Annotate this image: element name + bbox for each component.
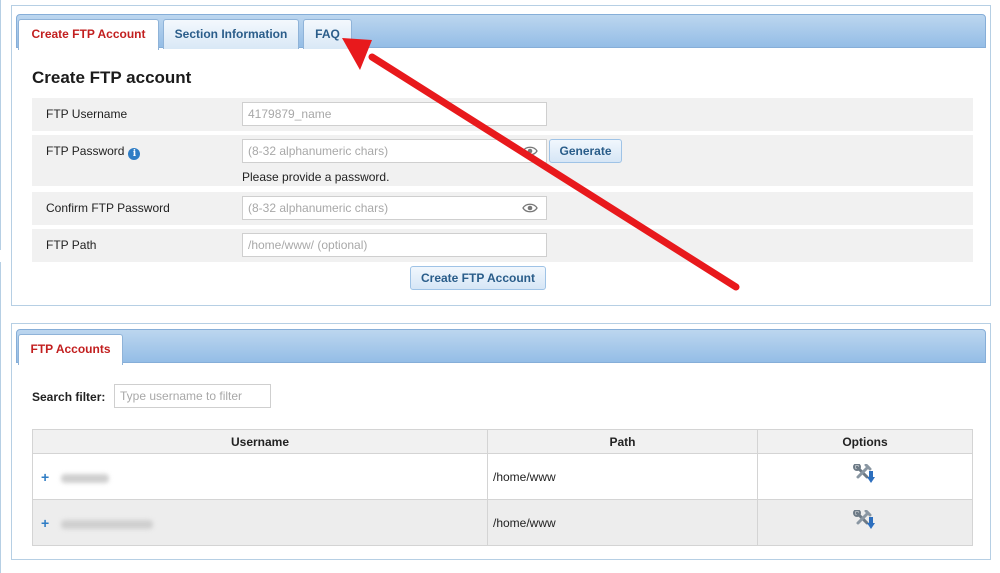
confirm-password-label: Confirm FTP Password [46, 201, 170, 215]
table-row: + /home/www [32, 499, 973, 546]
username-input[interactable] [242, 102, 547, 126]
column-options: Options [757, 429, 973, 454]
generate-button[interactable]: Generate [549, 139, 622, 163]
path-cell: /home/www [487, 453, 758, 500]
path-input[interactable] [242, 233, 547, 257]
confirm-password-input[interactable] [242, 196, 547, 220]
path-label: FTP Path [46, 238, 97, 252]
confirm-password-row: Confirm FTP Password [32, 192, 973, 225]
tab-section-information[interactable]: Section Information [163, 19, 299, 49]
password-label: FTP Password [46, 144, 125, 158]
left-edge-line [0, 0, 1, 250]
eye-icon[interactable] [522, 200, 538, 216]
username-label: FTP Username [46, 107, 128, 121]
search-filter-label: Search filter: [32, 390, 106, 404]
redacted-username [61, 473, 110, 483]
password-row: FTP Passwordi Generate Please provide a … [32, 135, 973, 186]
username-cell: + [32, 453, 488, 500]
tab-faq[interactable]: FAQ [303, 19, 352, 49]
path-cell: /home/www [487, 499, 758, 546]
path-row: FTP Path [32, 229, 973, 262]
table-header-row: Username Path Options [32, 429, 973, 454]
accounts-tabbar: FTP Accounts [16, 329, 986, 365]
create-ftp-panel: Create FTP Account Section Information F… [11, 5, 991, 306]
tools-icon[interactable] [853, 509, 877, 535]
column-username: Username [32, 429, 488, 454]
redacted-username [61, 519, 154, 529]
eye-icon[interactable] [522, 143, 538, 159]
password-hint: Please provide a password. [242, 170, 390, 184]
info-icon[interactable]: i [128, 148, 141, 160]
ftp-accounts-table: Username Path Options + /home/www + /hom… [32, 429, 973, 546]
page-title: Create FTP account [32, 68, 192, 87]
create-tabbar: Create FTP Account Section Information F… [16, 14, 986, 50]
options-cell [757, 499, 973, 546]
username-row: FTP Username [32, 98, 973, 131]
expand-row-button[interactable]: + [41, 515, 49, 531]
column-path: Path [487, 429, 758, 454]
left-edge-line-lower [0, 262, 1, 573]
options-cell [757, 453, 973, 500]
username-cell: + [32, 499, 488, 546]
tab-create-ftp-account[interactable]: Create FTP Account [18, 19, 159, 50]
create-ftp-account-button[interactable]: Create FTP Account [410, 266, 546, 290]
expand-row-button[interactable]: + [41, 469, 49, 485]
ftp-accounts-panel: FTP Accounts Search filter: Username Pat… [11, 323, 991, 560]
table-row: + /home/www [32, 453, 973, 500]
tab-ftp-accounts[interactable]: FTP Accounts [18, 334, 123, 365]
tools-icon[interactable] [853, 463, 877, 489]
search-filter-input[interactable] [114, 384, 271, 408]
password-input[interactable] [242, 139, 547, 163]
password-label-group: FTP Password i [46, 144, 141, 160]
